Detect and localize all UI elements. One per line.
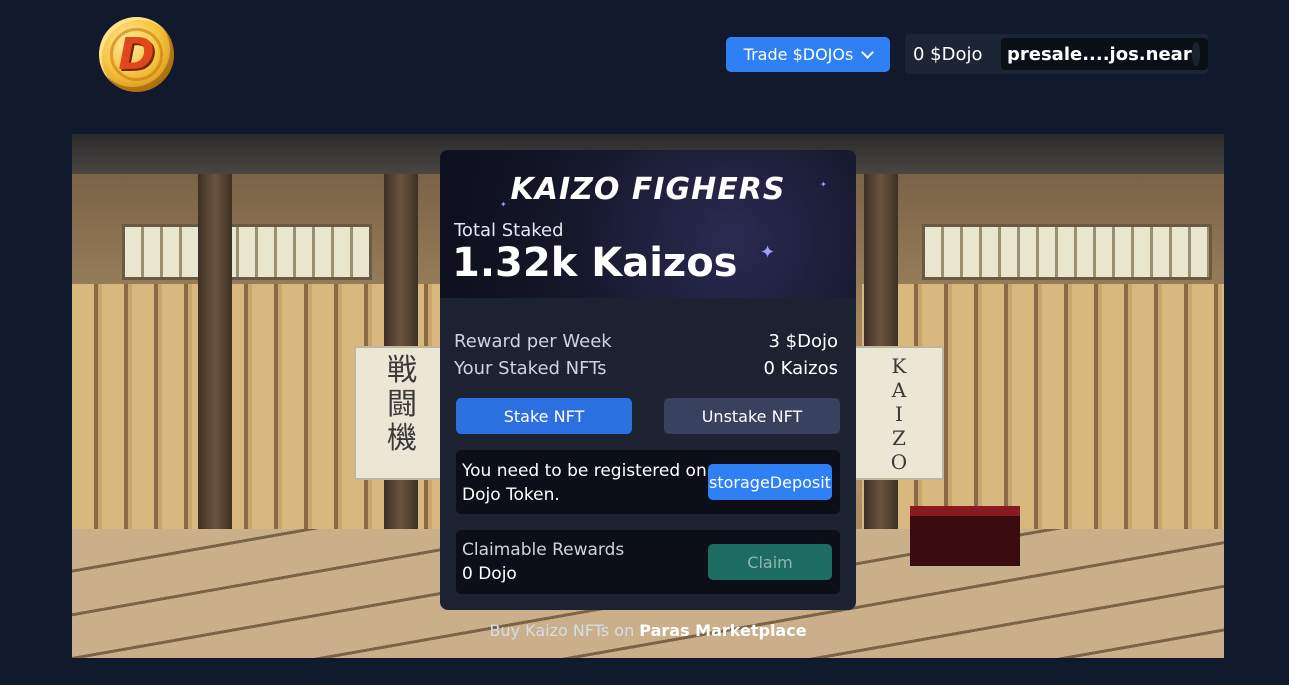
avatar <box>1191 42 1200 66</box>
right-scroll-glyphs: K A I Z O <box>890 354 908 474</box>
page: D Trade $DOJOs 0 $Dojo presale....jos.ne… <box>0 0 1289 685</box>
trade-dojos-button[interactable]: Trade $DOJOs <box>726 37 890 72</box>
left-post <box>198 174 232 534</box>
unstake-nft-button[interactable]: Unstake NFT <box>664 398 840 434</box>
buy-nfts-line: Buy Kaizo NFTs on Paras Marketplace <box>440 621 856 640</box>
your-staked-value: 0 Kaizos <box>763 358 838 379</box>
red-chest <box>910 506 1020 566</box>
account-name: presale....jos.near <box>1007 43 1192 65</box>
registration-panel: You need to be registered on Dojo Token.… <box>456 450 840 514</box>
left-scroll: 戦 闘 機 <box>354 346 450 480</box>
trade-dojos-label: Trade $DOJOs <box>743 45 854 64</box>
total-staked-value: 1.32k Kaizos <box>452 240 738 286</box>
paras-marketplace-link[interactable]: Paras Marketplace <box>639 621 806 640</box>
account-button[interactable]: presale....jos.near <box>1001 38 1208 70</box>
claimable-label: Claimable Rewards <box>462 540 625 560</box>
left-scroll-glyphs: 戦 闘 機 <box>387 353 417 456</box>
reward-row: Reward per Week 3 $Dojo <box>454 331 838 352</box>
wallet-balance: 0 $Dojo <box>913 43 983 65</box>
chevron-down-icon <box>861 46 875 59</box>
total-staked-label: Total Staked <box>454 220 564 241</box>
buy-prefix: Buy Kaizo NFTs on <box>489 621 640 640</box>
claim-button[interactable]: Claim <box>708 544 832 580</box>
card-title: KAIZO FIGHERS <box>510 172 786 207</box>
reward-label: Reward per Week <box>454 331 612 352</box>
dojo-logo[interactable]: D <box>99 17 174 92</box>
claim-panel: Claimable Rewards 0 Dojo Claim <box>456 530 840 594</box>
star-icon: ✦ <box>760 242 776 263</box>
staking-card: ✦ ✦ ✦ KAIZO FIGHERS Total Staked 1.32k K… <box>440 150 856 610</box>
right-scroll: K A I Z O <box>854 346 944 480</box>
logo-letter: D <box>118 29 155 80</box>
claimable-value: 0 Dojo <box>462 564 517 584</box>
wallet-widget: 0 $Dojo presale....jos.near <box>905 34 1208 74</box>
right-window <box>922 224 1212 280</box>
registration-message: You need to be registered on Dojo Token. <box>462 461 707 505</box>
left-window <box>122 224 372 280</box>
your-staked-row: Your Staked NFTs 0 Kaizos <box>454 358 838 379</box>
storage-deposit-button[interactable]: storageDeposit <box>708 464 832 500</box>
your-staked-label: Your Staked NFTs <box>454 358 607 379</box>
stake-nft-button[interactable]: Stake NFT <box>456 398 632 434</box>
reward-value: 3 $Dojo <box>768 331 838 352</box>
